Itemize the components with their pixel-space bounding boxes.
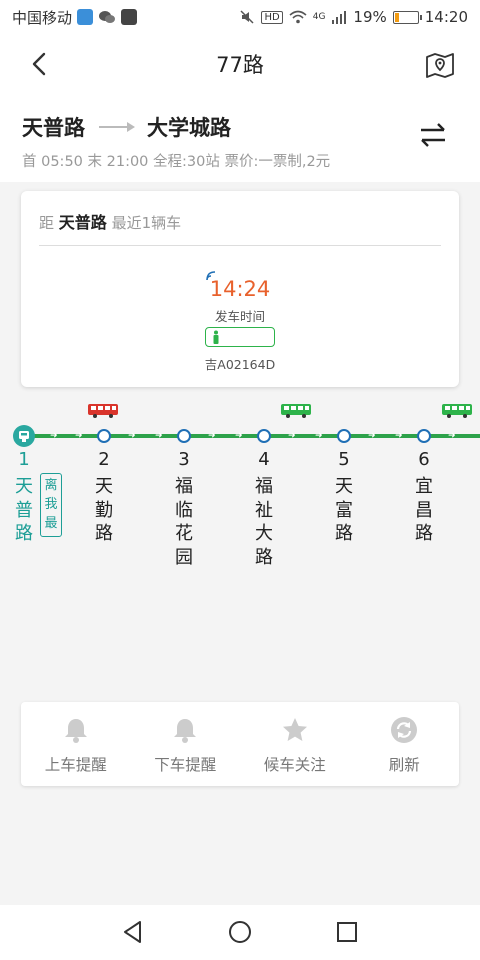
system-nav-bar	[0, 905, 480, 960]
station-node[interactable]	[257, 429, 271, 443]
route-origin: 天普路	[22, 116, 85, 140]
direction-chevron-icon: ➜	[288, 431, 296, 441]
direction-chevron-icon: ➜	[395, 431, 403, 441]
action-label: 刷新	[388, 756, 420, 774]
nearest-badge: 离 我 最	[40, 473, 62, 537]
map-location-icon[interactable]	[424, 48, 456, 80]
bell-icon	[174, 719, 197, 743]
back-arrow-icon[interactable]	[24, 48, 56, 80]
station-number: 5	[338, 449, 350, 470]
license-plate: 吉A02164D	[204, 357, 276, 372]
station-name[interactable]: 福 祉 大 路	[249, 475, 279, 569]
nav-back-icon[interactable]	[120, 919, 146, 945]
swap-direction-icon[interactable]	[418, 120, 448, 150]
action-label: 上车提醒	[44, 756, 107, 774]
card-divider	[39, 245, 441, 246]
battery-percent: 19%	[353, 8, 387, 26]
refresh-button[interactable]: 刷新	[350, 702, 460, 786]
current-station-marker-icon[interactable]	[13, 425, 35, 447]
station-node[interactable]	[97, 429, 111, 443]
signal-icon	[332, 11, 347, 24]
departure-label: 发车时间	[214, 309, 265, 324]
direction-arrow-icon	[99, 122, 135, 132]
hd-badge: HD	[261, 10, 283, 24]
station-name[interactable]: 天 勤 路	[89, 475, 119, 546]
bus-icon	[88, 404, 118, 418]
clock: 14:20	[424, 8, 468, 26]
nav-recents-icon[interactable]	[334, 919, 360, 945]
station-node[interactable]	[417, 429, 431, 443]
direction-chevron-icon: ➜	[208, 431, 216, 441]
bus-icon	[281, 404, 311, 418]
action-label: 下车提醒	[154, 756, 217, 774]
route-destination: 大学城路	[147, 116, 231, 140]
station-name[interactable]: 天 富 路	[329, 475, 359, 546]
station-node[interactable]	[177, 429, 191, 443]
direction-chevron-icon: ➜	[235, 431, 243, 441]
alighting-reminder-button[interactable]: 下车提醒	[131, 702, 241, 786]
station-number: 4	[258, 449, 270, 470]
status-bar: 中国移动 HD 4G 19% 14:20	[0, 0, 480, 34]
app-notification-icon	[121, 9, 138, 25]
network-type: 4G	[312, 12, 326, 22]
route-schedule: 首 05:50 末 21:00 全程:30站 票价:一票制,2元	[22, 154, 331, 170]
station-node[interactable]	[337, 429, 351, 443]
action-bar: 上车提醒 下车提醒 候车关注 刷新	[21, 702, 459, 786]
direction-chevron-icon: ➜	[315, 431, 323, 441]
app-header: 77路	[0, 34, 480, 94]
direction-chevron-icon: ➜	[448, 431, 456, 441]
vehicle-count: 最近1辆车	[111, 214, 182, 232]
station-name[interactable]: 福 临 花 园	[169, 475, 199, 569]
direction-chevron-icon: ➜	[368, 431, 376, 441]
action-label: 候车关注	[263, 756, 326, 774]
departure-time: 14:24	[209, 277, 271, 301]
refresh-icon	[391, 717, 418, 743]
direction-chevron-icon: ➜	[75, 431, 83, 441]
wechat-icon	[99, 11, 116, 23]
distance-prefix: 距	[39, 214, 55, 232]
boarding-reminder-button[interactable]: 上车提醒	[21, 702, 131, 786]
route-endpoints: 天普路 大学城路	[22, 112, 231, 142]
route-info: 天普路 大学城路 首 05:50 末 21:00 全程:30站 票价:一票制,2…	[0, 94, 480, 182]
selected-station: 天普路	[58, 213, 107, 232]
wifi-icon	[289, 10, 307, 24]
nearest-vehicle-summary: 距 天普路 最近1辆车	[39, 209, 181, 233]
direction-chevron-icon: ➜	[128, 431, 136, 441]
mute-icon	[240, 10, 255, 24]
bus-line-map: ➜ ➜ ➜ ➜ ➜ ➜ ➜ ➜ ➜ ➜ ➜ 1 天 普 路 离 我 最 2 天 …	[0, 395, 480, 615]
direction-chevron-icon: ➜	[155, 431, 163, 441]
station-number: 6	[418, 449, 430, 470]
crowd-level-indicator	[205, 327, 275, 347]
nearest-vehicle-card[interactable]: 距 天普路 最近1辆车 14:24 发车时间 吉A02164D	[21, 191, 459, 387]
station-name[interactable]: 宜 昌 路	[409, 475, 439, 546]
battery-icon	[392, 10, 422, 24]
station-number: 2	[98, 449, 110, 470]
bus-icon	[442, 404, 472, 418]
carrier-name: 中国移动	[12, 8, 73, 27]
follow-waiting-button[interactable]: 候车关注	[240, 702, 350, 786]
station-number: 1	[18, 449, 30, 470]
person-icon	[213, 330, 219, 344]
route-track	[26, 434, 480, 438]
direction-chevron-icon: ➜	[50, 431, 58, 441]
shield-app-icon	[77, 9, 94, 25]
nav-home-icon[interactable]	[227, 919, 253, 945]
station-number: 3	[178, 449, 190, 470]
star-icon	[282, 718, 307, 741]
station-name[interactable]: 天 普 路	[9, 475, 39, 546]
page-title: 77路	[216, 53, 264, 77]
bell-icon	[64, 719, 87, 743]
